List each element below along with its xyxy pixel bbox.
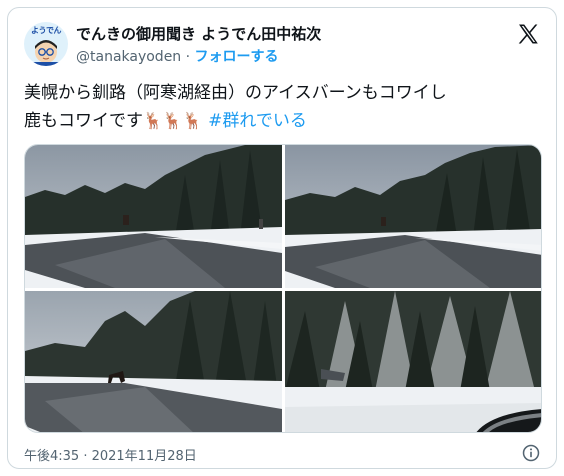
tweet-text: 美幌から釧路（阿寒湖経由）のアイスバーンもコワイし 鹿もコワイです🦌🦌🦌 #群れ… bbox=[24, 80, 544, 135]
tweet-timestamp[interactable]: 午後4:35 · 2021年11月28日 bbox=[24, 445, 197, 464]
info-icon[interactable] bbox=[522, 444, 540, 462]
author-name[interactable]: でんきの御用聞き ようでん田中祐次 bbox=[76, 23, 321, 44]
hashtag-link[interactable]: #群れでいる bbox=[208, 111, 307, 131]
photo-4[interactable] bbox=[285, 291, 541, 432]
x-logo-icon[interactable] bbox=[516, 22, 540, 46]
author-meta: @tanakayoden · フォローする bbox=[76, 46, 279, 66]
deer-emojis: 🦌🦌🦌 bbox=[143, 111, 203, 130]
avatar-logo-text: ようでん bbox=[31, 26, 62, 35]
photo-2[interactable] bbox=[285, 145, 541, 288]
media-grid bbox=[24, 144, 542, 433]
follow-button[interactable]: フォローする bbox=[195, 49, 279, 65]
photo-1[interactable] bbox=[25, 145, 282, 288]
tweet-line-1: 美幌から釧路（阿寒湖経由）のアイスバーンもコワイし bbox=[24, 83, 447, 103]
tweet-line-2: 鹿もコワイです🦌🦌🦌 #群れでいる bbox=[24, 107, 544, 135]
tweet-card: ようでん でんきの御用聞き ようでん田中祐次 @tanakayoden · フォ… bbox=[7, 7, 557, 469]
tweet-line-2-text: 鹿もコワイです bbox=[24, 111, 143, 131]
meta-separator: · bbox=[181, 49, 195, 65]
photo-3[interactable] bbox=[25, 291, 282, 432]
avatar[interactable]: ようでん bbox=[24, 22, 68, 66]
author-handle[interactable]: @tanakayoden bbox=[76, 49, 181, 65]
